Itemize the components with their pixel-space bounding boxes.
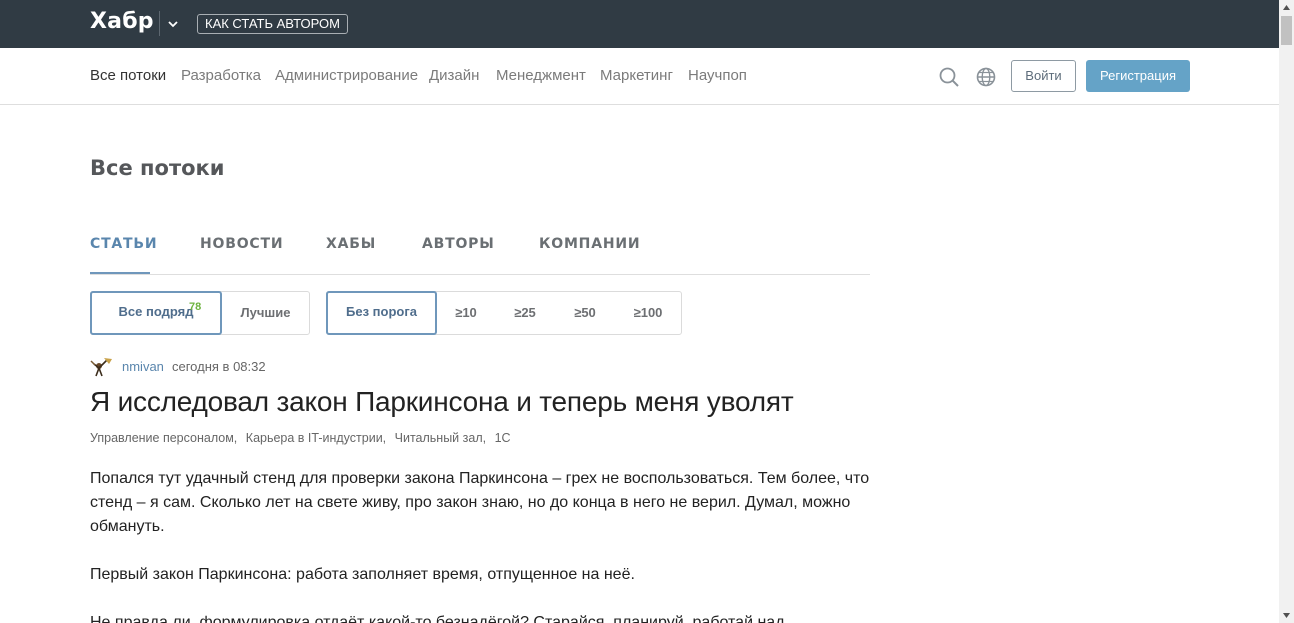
- tab-articles[interactable]: СТАТЬИ: [90, 236, 157, 252]
- filter-threshold-25[interactable]: ≥25: [495, 292, 555, 334]
- publish-time: сегодня в 08:32: [172, 359, 266, 374]
- active-tab-indicator: [90, 272, 150, 274]
- sort-filter-group: Все подряд 78 Лучшие: [90, 291, 310, 335]
- hub-link[interactable]: Читальный зал,: [395, 431, 486, 445]
- scroll-down-arrow-icon[interactable]: [1279, 608, 1294, 623]
- article-title[interactable]: Я исследовал закон Паркинсона и теперь м…: [90, 386, 794, 418]
- nav-item-development[interactable]: Разработка: [181, 67, 261, 84]
- filter-all[interactable]: Все подряд: [90, 291, 222, 335]
- register-button[interactable]: Регистрация: [1086, 60, 1190, 92]
- logo[interactable]: Хабр: [90, 9, 154, 34]
- hub-link[interactable]: Карьера в IT-индустрии,: [246, 431, 386, 445]
- login-button[interactable]: Войти: [1011, 60, 1076, 92]
- page-title: Все потоки: [90, 156, 225, 180]
- filter-threshold-10[interactable]: ≥10: [437, 292, 495, 334]
- article-paragraph: Попался тут удачный стенд для проверки з…: [90, 470, 870, 535]
- nav-item-marketing[interactable]: Маркетинг: [600, 67, 673, 84]
- nav-item-popsci[interactable]: Научпоп: [688, 67, 747, 84]
- logo-divider: [159, 11, 160, 36]
- filter-best[interactable]: Лучшие: [222, 292, 309, 334]
- top-header: Хабр КАК СТАТЬ АВТОРОМ: [0, 0, 1279, 48]
- how-to-become-author-button[interactable]: КАК СТАТЬ АВТОРОМ: [197, 14, 348, 34]
- hub-link[interactable]: Управление персоналом,: [90, 431, 237, 445]
- main-nav: Все потоки Разработка Администрирование …: [0, 48, 1279, 105]
- search-icon[interactable]: [938, 66, 960, 88]
- nav-item-design[interactable]: Дизайн: [429, 67, 479, 84]
- filter-all-label: Все подряд: [118, 304, 194, 319]
- scroll-up-arrow-icon[interactable]: [1279, 0, 1294, 15]
- filter-no-threshold[interactable]: Без порога: [326, 291, 437, 335]
- chevron-down-icon[interactable]: [166, 17, 180, 31]
- globe-icon[interactable]: [975, 66, 997, 88]
- content-tabs: СТАТЬИ НОВОСТИ ХАБЫ АВТОРЫ КОМПАНИИ: [90, 236, 870, 275]
- tab-news[interactable]: НОВОСТИ: [200, 236, 283, 252]
- tab-companies[interactable]: КОМПАНИИ: [539, 236, 640, 252]
- avatar[interactable]: [90, 355, 114, 379]
- new-count-badge: 78: [189, 301, 202, 313]
- article-paragraph: Не правда ли, формулировка отдаёт какой-…: [90, 614, 785, 623]
- threshold-filter-group: Без порога ≥10 ≥25 ≥50 ≥100: [326, 291, 682, 335]
- filter-threshold-100[interactable]: ≥100: [615, 292, 681, 334]
- nav-item-management[interactable]: Менеджмент: [496, 67, 586, 84]
- scrollbar-thumb[interactable]: [1281, 16, 1292, 45]
- author-name[interactable]: nmivan: [122, 359, 164, 374]
- article-paragraph: Первый закон Паркинсона: работа заполняе…: [90, 566, 635, 583]
- filter-threshold-50[interactable]: ≥50: [555, 292, 615, 334]
- hub-link[interactable]: 1С: [495, 431, 511, 445]
- tab-hubs[interactable]: ХАБЫ: [326, 236, 376, 252]
- page-scrollbar[interactable]: [1279, 0, 1294, 623]
- tab-authors[interactable]: АВТОРЫ: [422, 236, 495, 252]
- article-hubs: Управление персоналом, Карьера в IT-инду…: [90, 431, 516, 445]
- nav-item-administration[interactable]: Администрирование: [275, 67, 418, 84]
- nav-item-all-streams[interactable]: Все потоки: [90, 67, 166, 84]
